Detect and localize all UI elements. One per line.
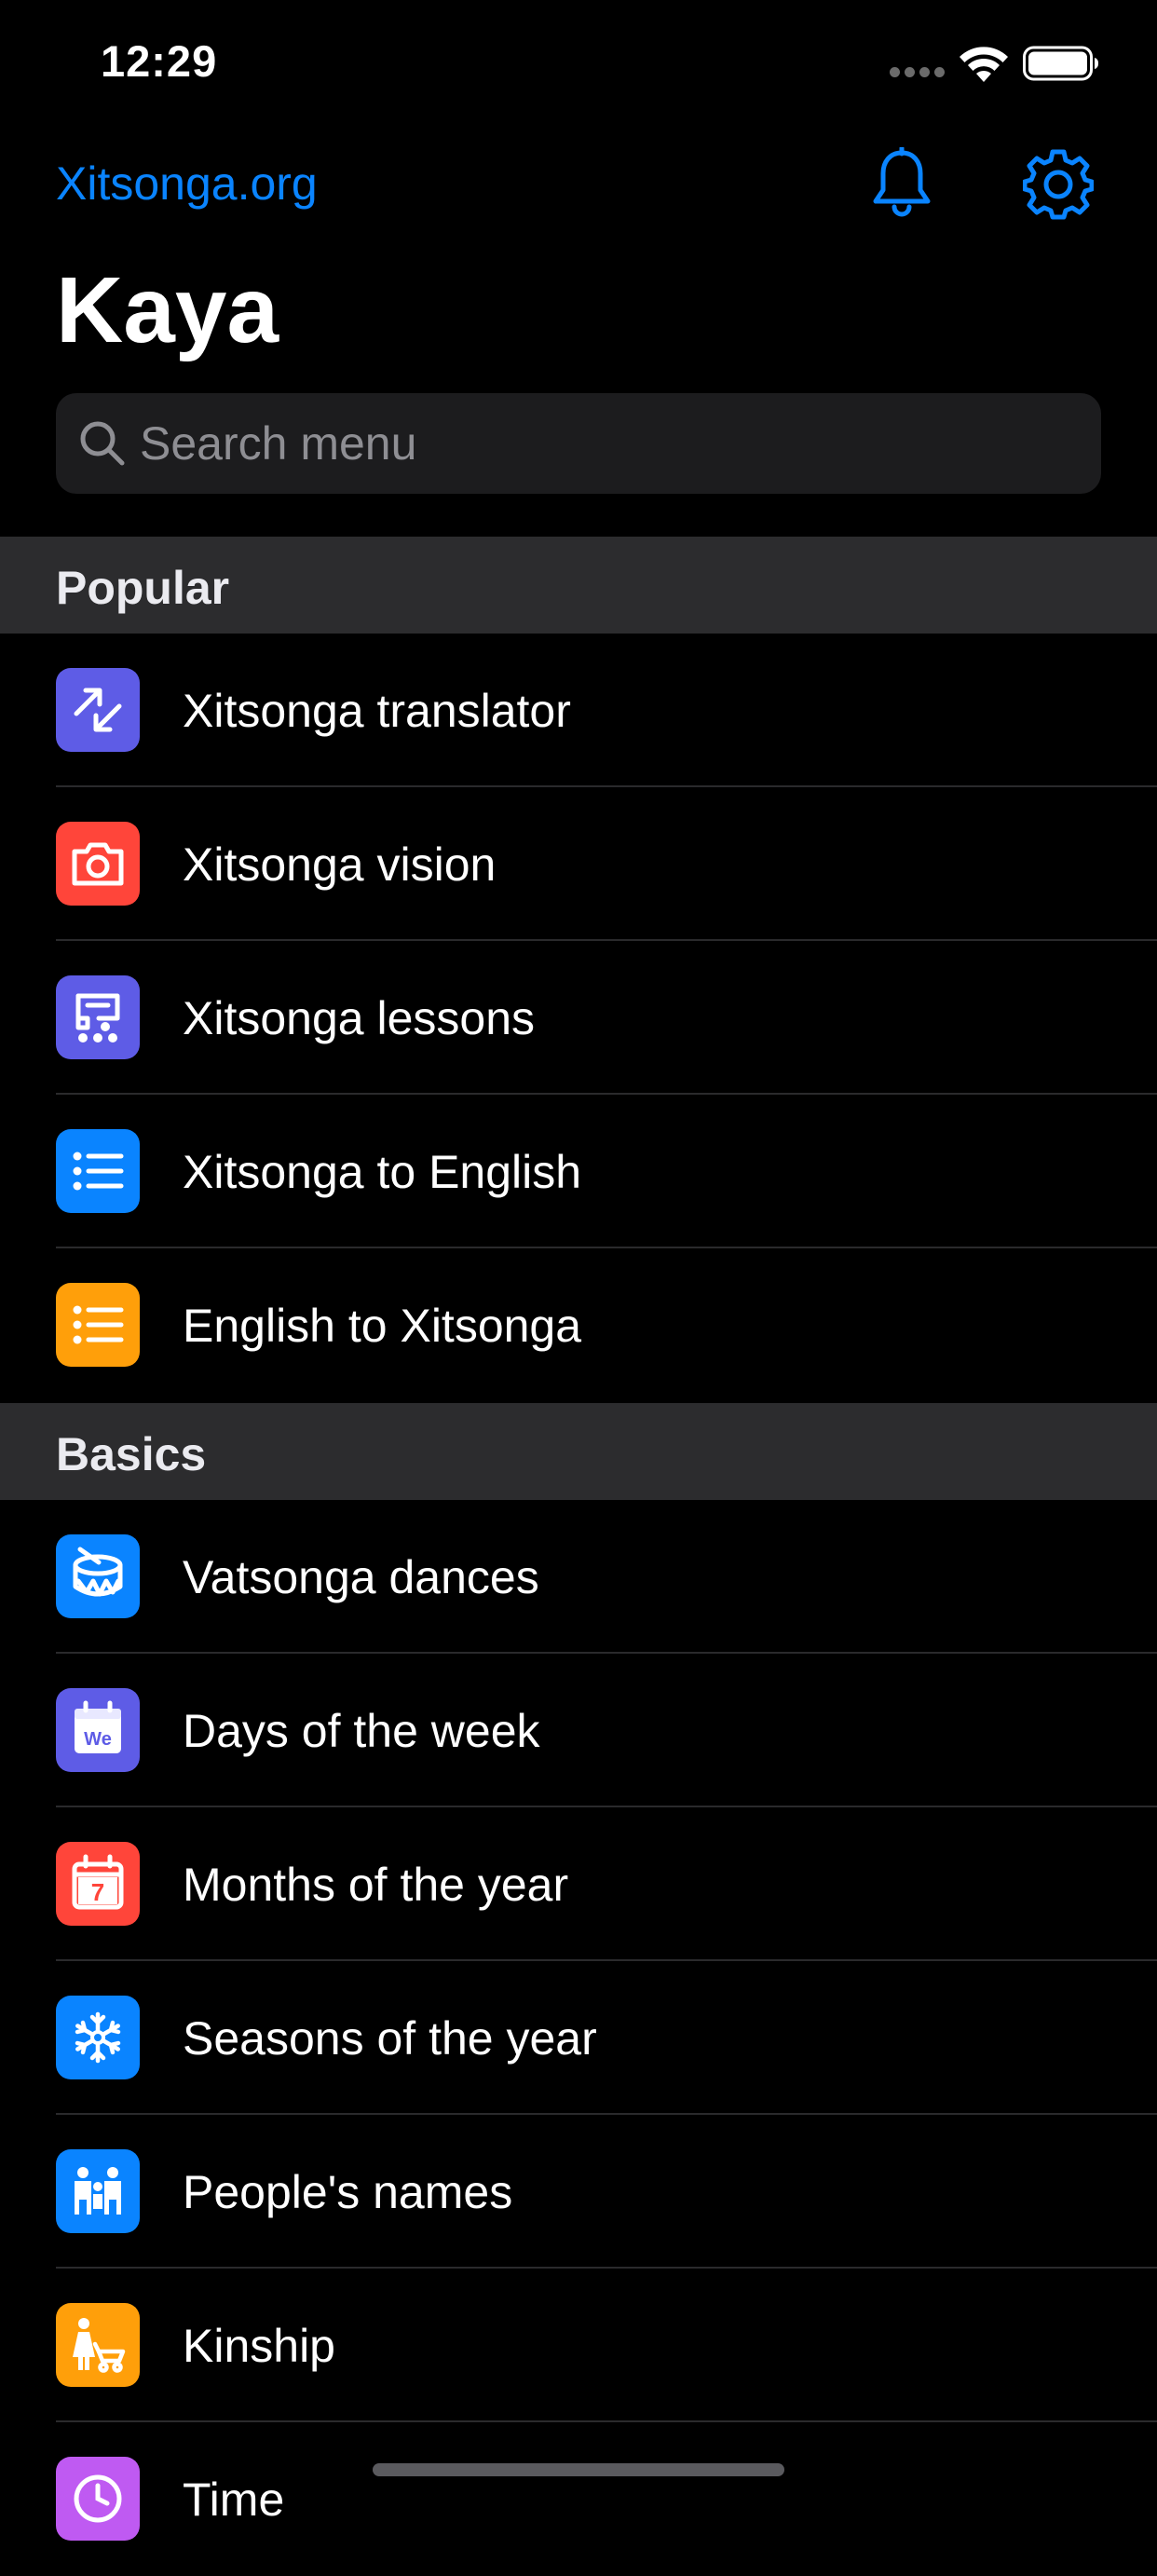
menu-item-label: Xitsonga lessons [183, 992, 536, 1044]
section-header-popular: Popular [0, 537, 1157, 634]
menu-item-kinship[interactable]: Kinship [0, 2269, 1157, 2422]
menu-item-label: Kinship [183, 2320, 335, 2372]
status-time: 12:29 [101, 36, 218, 86]
menu-item-label: Days of the week [183, 1705, 540, 1757]
menu-item-label: Time [183, 2474, 285, 2526]
section-header-label: Basics [56, 1428, 207, 1480]
lessons-icon [56, 975, 140, 1059]
status-bar: 12:29 [0, 0, 1157, 121]
translate-arrows-icon [56, 668, 140, 752]
menu-item-months-of-the-year[interactable]: 7 Months of the year [0, 1807, 1157, 1961]
menu-item-label: English to Xitsonga [183, 1300, 582, 1352]
calendar-month-text: 7 [91, 1878, 104, 1906]
wifi-icon [958, 45, 1010, 84]
menu-item-label: Xitsonga translator [183, 685, 571, 737]
bell-icon [873, 145, 931, 217]
xitsonga-org-link[interactable]: Xitsonga.org [56, 157, 318, 211]
menu-item-peoples-names[interactable]: People's names [0, 2115, 1157, 2269]
menu-item-label: People's names [183, 2166, 513, 2218]
settings-button[interactable] [1022, 149, 1095, 220]
menu-item-label: Months of the year [183, 1859, 569, 1911]
list-icon [56, 1283, 140, 1367]
menu-item-vatsonga-dances[interactable]: Vatsonga dances [0, 1500, 1157, 1654]
search-icon [78, 419, 127, 468]
clock-icon [56, 2457, 140, 2541]
section-header-basics: Basics [0, 1403, 1157, 1500]
menu-item-label: Xitsonga to English [183, 1146, 582, 1198]
list-icon [56, 1129, 140, 1213]
drum-icon [56, 1534, 140, 1618]
battery-icon [1023, 45, 1099, 82]
menu-item-time[interactable]: Time [0, 2422, 1157, 2576]
calendar-month-icon: 7 [56, 1842, 140, 1926]
page-title: Kaya [56, 258, 279, 362]
menu-item-xitsonga-lessons[interactable]: Xitsonga lessons [0, 941, 1157, 1095]
menu-item-seasons-of-the-year[interactable]: Seasons of the year [0, 1961, 1157, 2115]
snowflake-icon [56, 1996, 140, 2079]
menu-item-label: Vatsonga dances [183, 1551, 539, 1603]
menu-item-label: Seasons of the year [183, 2012, 597, 2065]
menu-item-xitsonga-translator[interactable]: Xitsonga translator [0, 634, 1157, 787]
cellular-signal-icon [890, 67, 946, 78]
calendar-day-text: We [84, 1729, 112, 1750]
gear-icon [1022, 149, 1095, 220]
family-icon [56, 2303, 140, 2387]
camera-icon [56, 822, 140, 906]
search-bar[interactable] [56, 393, 1101, 494]
calendar-day-icon: We [56, 1688, 140, 1772]
home-indicator[interactable] [373, 2463, 784, 2476]
menu-item-label: Xitsonga vision [183, 838, 497, 891]
people-icon [56, 2149, 140, 2233]
menu-item-days-of-the-week[interactable]: We Days of the week [0, 1654, 1157, 1807]
menu-item-xitsonga-vision[interactable]: Xitsonga vision [0, 787, 1157, 941]
menu-item-english-to-xitsonga[interactable]: English to Xitsonga [0, 1248, 1157, 1402]
menu-item-xitsonga-to-english[interactable]: Xitsonga to English [0, 1095, 1157, 1248]
section-header-label: Popular [56, 562, 230, 614]
search-input[interactable] [140, 393, 1071, 494]
notifications-button[interactable] [871, 145, 932, 222]
